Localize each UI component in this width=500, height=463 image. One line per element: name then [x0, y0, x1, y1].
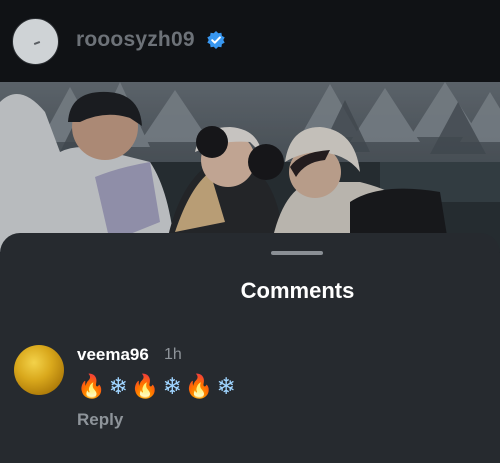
profile-avatar[interactable] — [12, 18, 59, 65]
post-photo[interactable] — [0, 82, 500, 252]
snowflake-emoji: ❄ — [162, 374, 185, 400]
comments-sheet: Comments veema96 1h 🔥❄🔥❄🔥❄ Reply — [0, 233, 500, 463]
comment-username[interactable]: veema96 — [77, 345, 149, 365]
verified-badge-icon — [207, 31, 225, 49]
post-header: rooosyzh09 — [0, 0, 500, 82]
fire-emoji: 🔥 — [130, 374, 163, 400]
post-username[interactable]: rooosyzh09 — [76, 28, 195, 52]
comment-timestamp: 1h — [164, 346, 182, 363]
reply-button[interactable]: Reply — [77, 410, 123, 430]
drag-handle[interactable] — [271, 251, 323, 255]
comment-text: 🔥❄🔥❄🔥❄ — [77, 373, 239, 400]
comments-title: Comments — [240, 278, 355, 303]
snowflake-emoji: ❄ — [216, 374, 239, 400]
fire-emoji: 🔥 — [77, 374, 109, 400]
fire-emoji: 🔥 — [184, 374, 217, 400]
post-photo-image — [0, 82, 500, 252]
comment-avatar[interactable] — [14, 345, 64, 395]
snowflake-emoji: ❄ — [108, 374, 131, 400]
